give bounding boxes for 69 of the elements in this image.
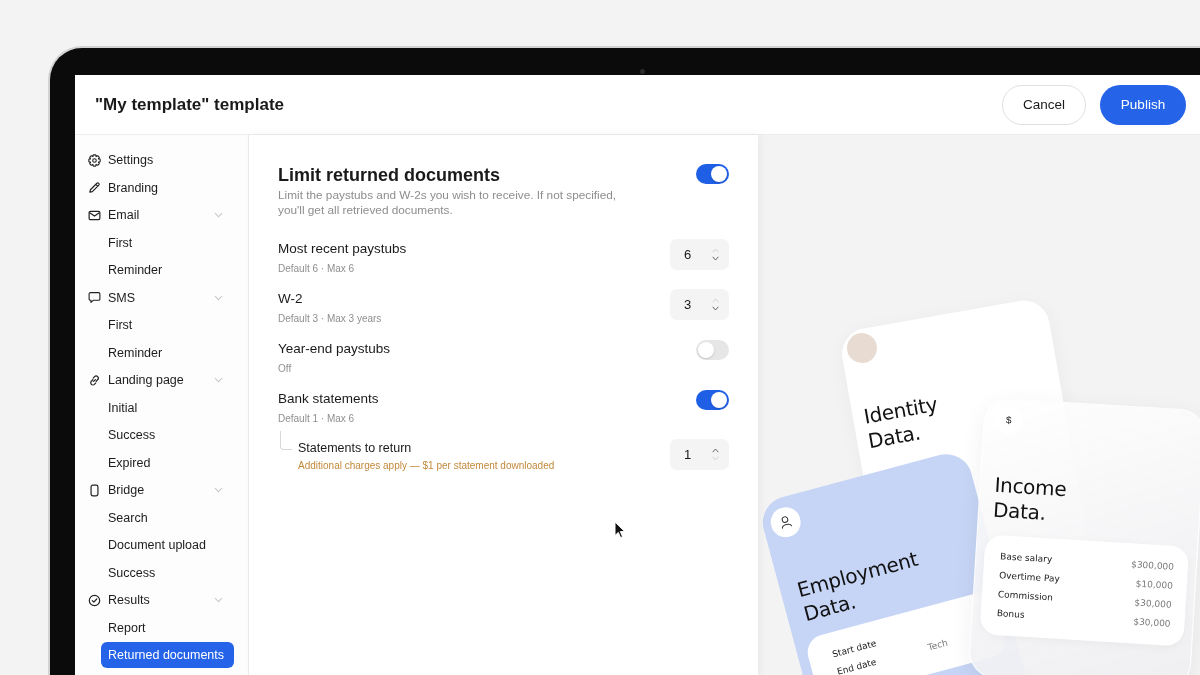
sidebar-subitem[interactable]: Search xyxy=(101,504,234,531)
sidebar-item[interactable]: SMS xyxy=(85,284,234,311)
detail-value: $10,000 xyxy=(1134,577,1174,592)
envelope-icon xyxy=(88,208,101,222)
sidebar-subitem[interactable]: Expired xyxy=(101,449,234,476)
chevron-icon[interactable] xyxy=(214,294,223,301)
sidebar-item[interactable]: Results xyxy=(85,587,234,613)
option-hint: Default 3 · Max 3 years xyxy=(278,311,382,325)
publish-button[interactable]: Publish xyxy=(1100,84,1186,125)
toggle-switch[interactable] xyxy=(696,164,729,184)
detail-value: Tech xyxy=(926,636,950,654)
gear-icon xyxy=(88,153,101,167)
sidebar-item[interactable]: Bridge xyxy=(85,477,234,503)
link-icon xyxy=(88,373,101,387)
card-title: Identity Data. xyxy=(861,392,941,455)
cancel-button[interactable]: Cancel xyxy=(1002,84,1086,125)
camera-icon xyxy=(640,69,645,74)
sidebar-item[interactable]: Settings xyxy=(85,147,234,173)
detail-label: Overtime Pay xyxy=(998,569,1062,586)
chevron-up-icon[interactable] xyxy=(712,448,719,453)
number-field[interactable]: 1 xyxy=(670,439,729,470)
sidebar-subitem[interactable]: First xyxy=(101,312,234,338)
pencil-icon xyxy=(88,181,101,194)
detail-label: Commission xyxy=(997,588,1055,605)
detail-value: $300,000 xyxy=(1130,558,1175,573)
option-hint: Default 1 · Max 6 xyxy=(278,411,355,425)
toggle-switch[interactable] xyxy=(696,390,729,410)
sidebar-subitem[interactable]: Returned documents xyxy=(101,642,234,668)
phone-icon xyxy=(88,483,101,497)
detail-label: Bonus xyxy=(996,607,1026,622)
toggle-switch[interactable] xyxy=(696,340,729,360)
option-label: Statements to return xyxy=(298,440,412,456)
section-title: Limit returned documents xyxy=(278,164,501,187)
detail-label: Base salary xyxy=(999,550,1054,567)
number-field[interactable]: 6 xyxy=(670,239,729,270)
number-field[interactable]: 3 xyxy=(670,289,729,320)
card-title: Income Data. xyxy=(992,472,1068,527)
detail-value: $30,000 xyxy=(1133,596,1173,611)
connector-line xyxy=(280,431,292,450)
detail-value: $30,000 xyxy=(1132,615,1171,630)
check-circle-icon xyxy=(88,593,101,607)
option-hint: Off xyxy=(278,361,292,375)
speech-bubble-icon xyxy=(88,291,101,304)
sidebar-item[interactable]: Branding xyxy=(85,174,234,201)
chevron-icon[interactable] xyxy=(214,597,223,603)
chevron-icon[interactable] xyxy=(214,377,223,383)
sidebar-subitem[interactable]: Report xyxy=(101,614,234,641)
charge-note: Additional charges apply — $1 per statement downloaded xyxy=(298,459,555,472)
chevron-down-icon[interactable] xyxy=(712,256,719,261)
sidebar-subitem[interactable]: Document upload xyxy=(101,532,234,558)
sidebar-subitem[interactable]: Reminder xyxy=(101,257,234,283)
option-label: Year-end paystubs xyxy=(278,340,391,358)
sidebar-subitem[interactable]: First xyxy=(101,229,234,256)
option-label: Most recent paystubs xyxy=(278,240,407,258)
template-title: "My template" template xyxy=(95,94,284,115)
option-hint: Default 6 · Max 6 xyxy=(278,261,355,275)
sidebar-subitem[interactable]: Success xyxy=(101,559,234,586)
chevron-down-icon[interactable] xyxy=(712,306,719,311)
option-label: Bank statements xyxy=(278,390,379,408)
sidebar-item[interactable]: Email xyxy=(85,202,234,228)
chevron-icon[interactable] xyxy=(214,212,223,218)
sidebar-item[interactable]: Landing page xyxy=(85,367,234,393)
chevron-icon[interactable] xyxy=(214,487,223,493)
sidebar-subitem[interactable]: Success xyxy=(101,422,234,448)
sidebar-subitem[interactable]: Initial xyxy=(101,394,234,421)
sidebar-subitem[interactable]: Reminder xyxy=(101,339,234,366)
cursor-icon xyxy=(614,521,626,539)
section-description: Limit the paystubs and W-2s you wish to receive. If not specified, you'll get all retrieved documents. xyxy=(278,188,618,218)
option-label: W-2 xyxy=(278,290,303,308)
